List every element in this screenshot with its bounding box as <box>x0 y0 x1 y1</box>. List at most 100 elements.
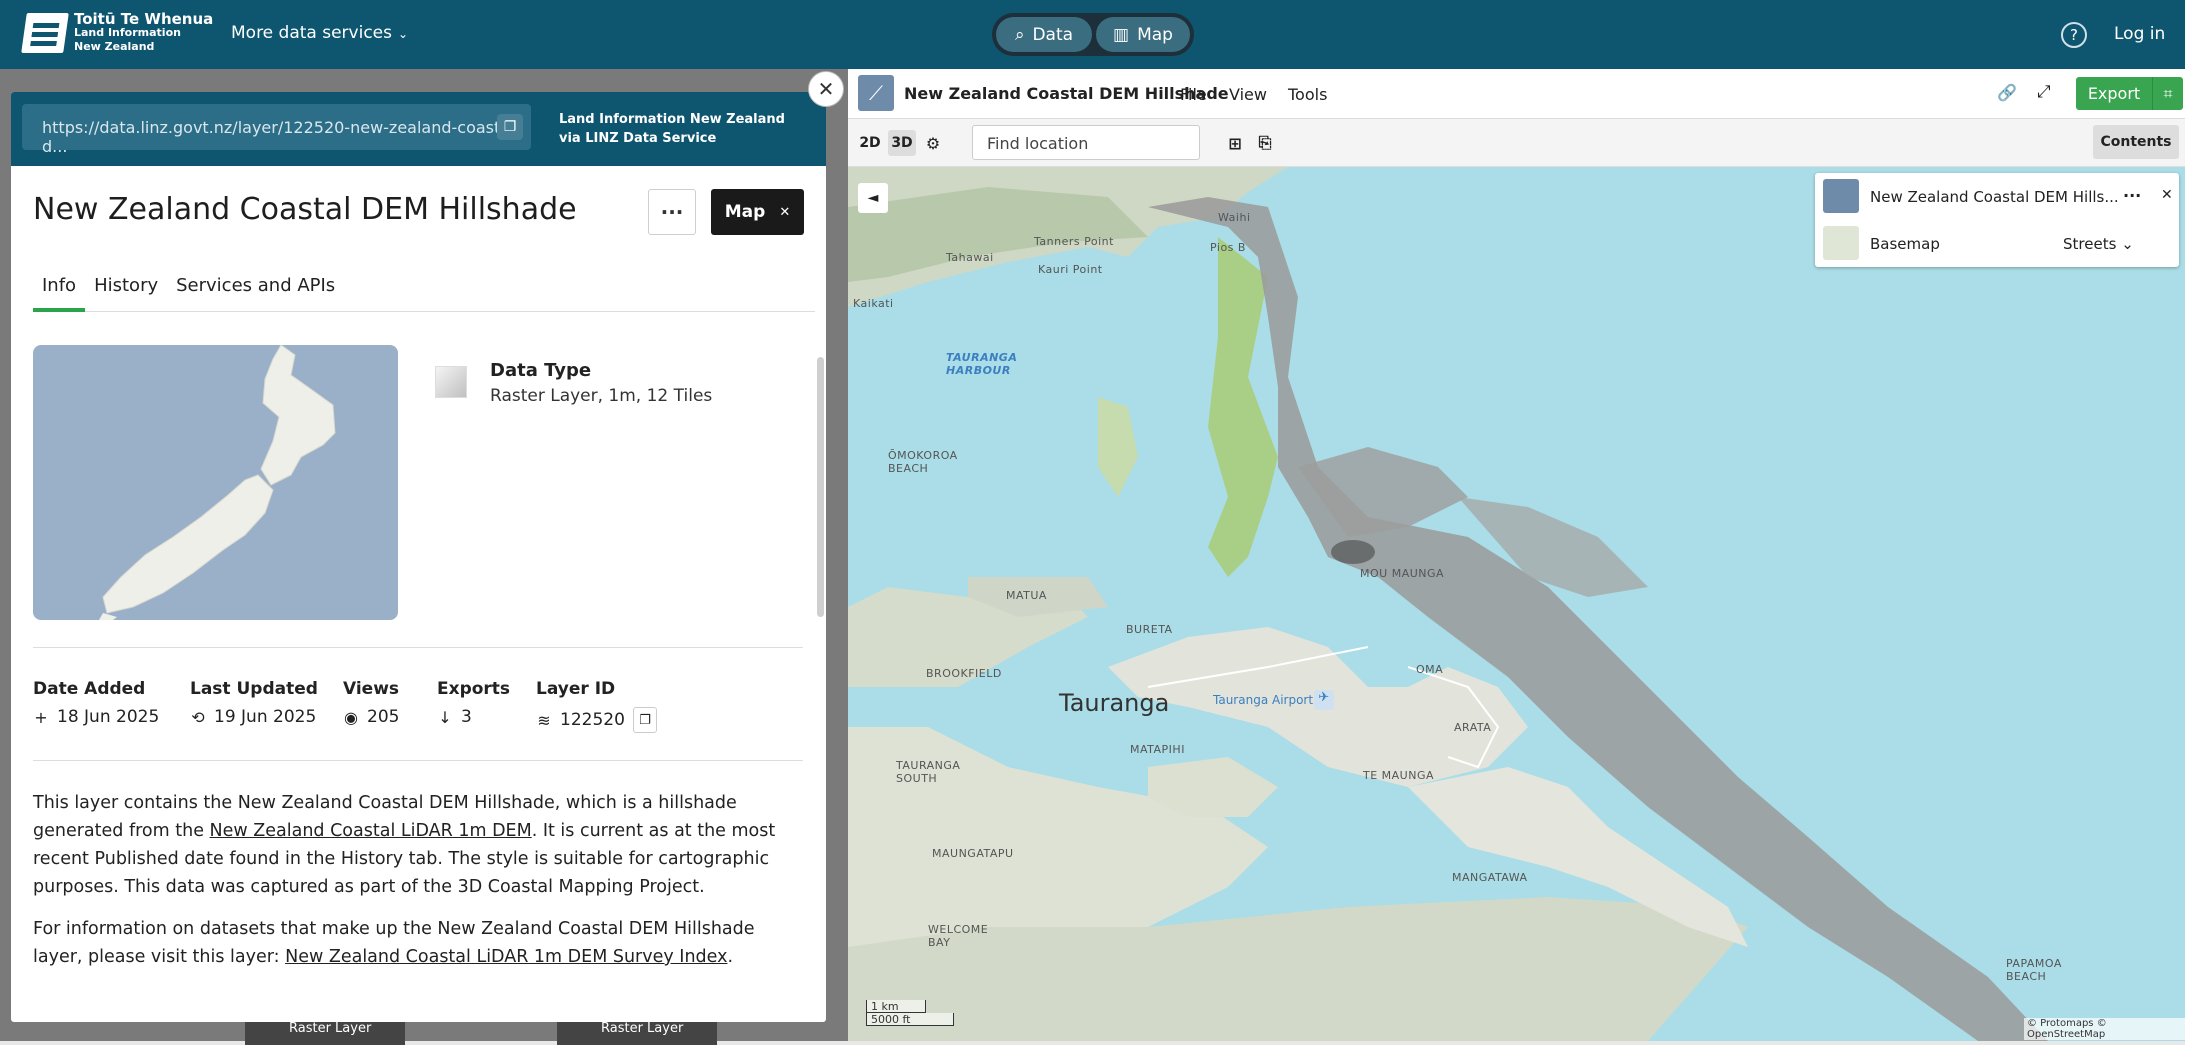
stat-label: Views <box>343 679 400 699</box>
coastal-lidar-dem-link[interactable]: New Zealand Coastal LiDAR 1m DEM <box>210 821 532 841</box>
layers-icon: ≋ <box>537 710 551 730</box>
map-viewport[interactable]: ◄ Tahawai Tanners Point Kauri Point Kaik… <box>848 167 2185 1041</box>
plus-icon: + <box>34 707 48 727</box>
more-options-icon[interactable]: ··· <box>2123 186 2141 205</box>
map-label-mangatawa: MANGATAWA <box>1452 871 1528 884</box>
share-document-icon[interactable]: ⎘ <box>1254 130 1276 156</box>
measure-icon[interactable]: ⊞ <box>1224 130 1246 156</box>
welcome-line1: WELCOME <box>928 923 989 936</box>
more-options-button[interactable]: ··· <box>648 189 696 235</box>
close-icon[interactable]: ✕ <box>2161 187 2173 203</box>
view-2d-button[interactable]: 2D <box>858 130 882 156</box>
stat-last-updated: Last Updated ⟲ 19 Jun 2025 <box>190 679 318 727</box>
hillshade-layer-icon <box>1823 179 1859 213</box>
welcome-line2: BAY <box>928 936 951 949</box>
omokoroa-line1: ŌMOKOROA <box>888 449 958 462</box>
basemap-icon <box>1823 226 1859 260</box>
login-link[interactable]: Log in <box>2114 24 2165 44</box>
description-paragraph: This layer contains the New Zealand Coas… <box>33 789 803 901</box>
export-label: Export <box>2087 84 2141 103</box>
map-label-kaikati: Kaikati <box>853 297 894 310</box>
menu-file[interactable]: File <box>1180 85 1207 104</box>
more-data-services-menu[interactable]: More data services ⌄ <box>231 23 408 43</box>
basemap-select[interactable]: Streets ⌄ <box>2063 235 2134 253</box>
copy-icon[interactable]: ❐ <box>632 707 657 733</box>
map-label-matua: MATUA <box>1006 589 1047 602</box>
arrow-down-icon: ↓ <box>438 707 452 727</box>
legend-row-basemap[interactable]: Basemap Streets ⌄ <box>1823 224 2173 262</box>
panel-header: https://data.linz.govt.nz/layer/122520-n… <box>11 92 826 166</box>
map-label-matapihi: MATAPIHI <box>1130 743 1185 756</box>
map-label-omanu: OMA <box>1416 663 1444 676</box>
stat-value: 205 <box>367 707 400 727</box>
stat-value: 19 Jun 2025 <box>214 707 317 727</box>
description-text: . <box>727 947 734 967</box>
layer-legend: New Zealand Coastal DEM Hills... ··· ✕ B… <box>1815 173 2179 267</box>
contents-button[interactable]: Contents <box>2093 125 2179 159</box>
map-label-kauri-point: Kauri Point <box>1038 263 1103 276</box>
settings-gear-icon[interactable]: ⚙ <box>922 130 944 156</box>
map-attribution[interactable]: © Protomaps © OpenStreetMap <box>2024 1018 2185 1040</box>
tab-info[interactable]: Info <box>33 274 86 312</box>
map-tools-bar: 2D 3D ⚙ Find location ⊞ ⎘ Contents <box>848 119 2185 167</box>
tauranga-south-line1: TAURANGA <box>896 759 961 772</box>
close-panel-button[interactable]: ✕ <box>808 71 844 107</box>
layer-url-text: https://data.linz.govt.nz/layer/122520-n… <box>42 118 521 156</box>
linz-logo[interactable]: Toitū Te Whenua Land Information New Zea… <box>21 12 213 54</box>
data-map-toggle: ⌕ Data ▥ Map <box>992 13 1194 56</box>
divider <box>33 760 803 761</box>
crop-icon[interactable]: ⌗ <box>2152 77 2183 110</box>
stat-exports: Exports ↓ 3 <box>437 679 510 727</box>
map-button-label: Map <box>724 202 766 222</box>
layer-card-type: Raster Layer <box>289 1021 372 1036</box>
tauranga-south-line2: SOUTH <box>896 772 938 785</box>
new-zealand-map-icon <box>99 345 336 620</box>
tab-history[interactable]: History <box>85 274 167 312</box>
tab-services-and-apis[interactable]: Services and APIs <box>167 274 344 312</box>
stat-label: Last Updated <box>190 679 318 699</box>
survey-index-paragraph: For information on datasets that make up… <box>33 915 803 971</box>
legend-layer-name: New Zealand Coastal DEM Hills... <box>1870 188 2119 206</box>
scale-ft: 5000 ft <box>866 1013 954 1026</box>
map-label-maungatapu: MAUNGATAPU <box>932 847 1014 860</box>
map-toggle-label: Map <box>1137 24 1173 45</box>
menu-view[interactable]: View <box>1229 85 1267 104</box>
scale-km: 1 km <box>866 1000 926 1013</box>
map-label-mount-maunganui: MOU MAUNGA <box>1360 567 1445 580</box>
view-3d-button[interactable]: 3D <box>888 130 916 156</box>
basemap-value: Streets <box>2063 235 2117 253</box>
harbour-line2: HARBOUR <box>946 364 1011 377</box>
map-label-tauranga: Tauranga <box>1059 689 1170 717</box>
data-toggle-button[interactable]: ⌕ Data <box>996 17 1092 52</box>
expand-icon[interactable]: ⤢ <box>2037 82 2051 102</box>
find-location-input[interactable]: Find location <box>972 125 1200 160</box>
airport-icon: ✈ <box>1314 690 1334 710</box>
legend-row-hillshade[interactable]: New Zealand Coastal DEM Hills... ··· ✕ <box>1823 177 2173 215</box>
link-icon[interactable]: 🔗 <box>1997 83 2017 102</box>
menu-tools[interactable]: Tools <box>1288 85 1327 104</box>
panel-scrollbar[interactable] <box>817 357 824 617</box>
history-icon: ⟲ <box>191 707 205 727</box>
close-icon: ✕ <box>779 204 791 220</box>
basemap-label: Basemap <box>1870 235 1940 253</box>
omokoroa-line2: BEACH <box>888 462 929 475</box>
help-icon[interactable]: ? <box>2061 22 2087 48</box>
remove-from-map-button[interactable]: Map ✕ <box>711 189 804 235</box>
stat-label: Layer ID <box>536 679 616 699</box>
provider-service: via LINZ Data Service <box>559 131 717 146</box>
survey-index-link[interactable]: New Zealand Coastal LiDAR 1m DEM Survey … <box>285 947 727 967</box>
data-type-value: Raster Layer, 1m, 12 Tiles <box>490 386 713 406</box>
data-type-label: Data Type <box>490 360 592 381</box>
stat-value: 3 <box>461 707 472 727</box>
map-toggle-button[interactable]: ▥ Map <box>1096 17 1190 52</box>
copy-icon[interactable]: ❐ <box>497 114 523 140</box>
layer-title: New Zealand Coastal DEM Hillshade <box>33 192 577 227</box>
coverage-thumbnail <box>33 345 398 620</box>
export-button[interactable]: Export ⌗ <box>2076 77 2183 110</box>
linz-logo-icon <box>21 13 69 53</box>
map-terrain <box>848 167 2048 1041</box>
map-label-tauranga-airport: Tauranga Airport <box>1213 693 1314 707</box>
layer-url-field[interactable]: https://data.linz.govt.nz/layer/122520-n… <box>22 104 531 156</box>
map-label-bureta: BURETA <box>1126 623 1173 636</box>
compass-icon[interactable]: ◄ <box>858 183 888 213</box>
